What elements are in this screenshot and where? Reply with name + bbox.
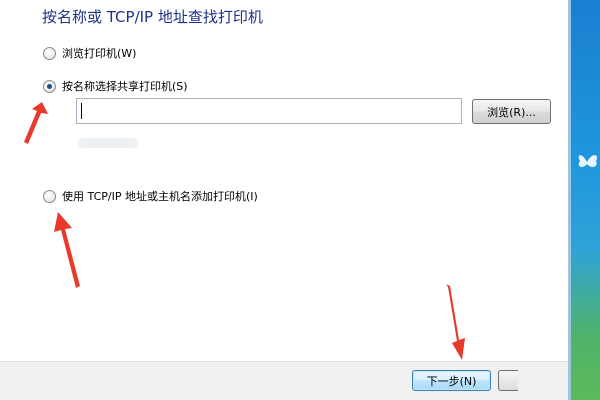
annotation-arrow-icon [24,102,48,144]
option-add-by-tcpip[interactable]: 使用 TCP/IP 地址或主机名添加打印机(I) [43,188,258,204]
radio-unchecked-icon[interactable] [43,46,56,60]
page-title: 按名称或 TCP/IP 地址查找打印机 [42,8,263,26]
desktop-background [568,0,600,400]
browse-button[interactable]: 浏览(R)... [472,99,551,124]
option-select-shared-printer-label: 按名称选择共享打印机(S) [62,80,188,93]
next-button[interactable]: 下一步(N) [412,370,491,391]
radio-unchecked-icon[interactable] [43,189,56,203]
annotation-arrow-icon [446,284,465,360]
annotation-arrow-icon [54,212,80,288]
option-browse-printers-label: 浏览打印机(W) [62,47,137,60]
shared-printer-name-input[interactable] [76,98,462,124]
option-add-by-tcpip-label: 使用 TCP/IP 地址或主机名添加打印机(I) [62,190,258,203]
screenshot-stage: 按名称或 TCP/IP 地址查找打印机 浏览打印机(W) 按名称选择共享打印机(… [0,0,600,400]
watermark [520,377,600,395]
option-browse-printers[interactable]: 浏览打印机(W) [43,45,136,61]
window-frame-edge [568,0,571,400]
radio-checked-icon[interactable] [43,79,56,93]
add-printer-dialog: 按名称或 TCP/IP 地址查找打印机 浏览打印机(W) 按名称选择共享打印机(… [0,0,568,400]
blurred-hint-text [78,138,138,148]
cancel-button[interactable] [498,370,518,391]
text-caret [81,103,82,119]
butterfly-icon [578,155,598,168]
option-select-shared-printer[interactable]: 按名称选择共享打印机(S) [43,78,188,94]
